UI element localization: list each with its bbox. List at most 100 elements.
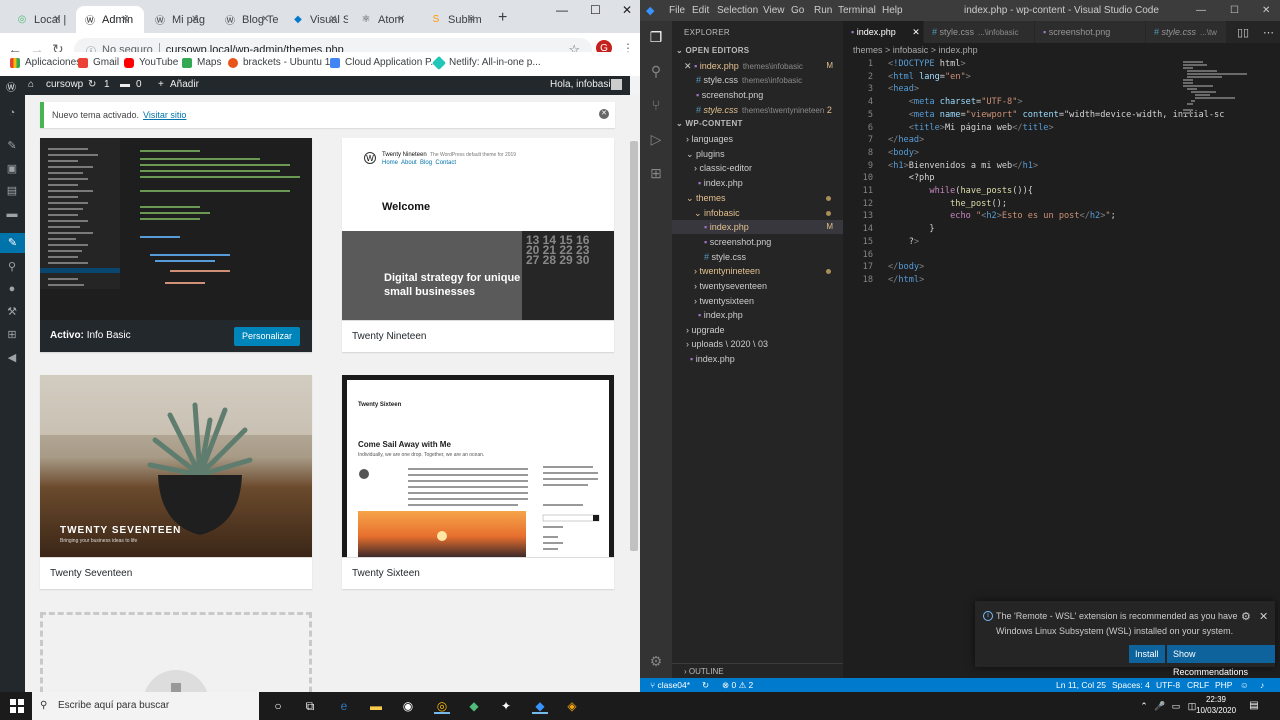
menu-edit[interactable]: Edit [692, 5, 709, 16]
theme-card-twenty-nineteen[interactable]: W Twenty Nineteen The WordPress default … [342, 138, 614, 352]
site-name-link[interactable]: cursowp [46, 79, 83, 90]
tree-file-selected[interactable]: ▪ index.php M [672, 220, 843, 234]
taskbar-search-box[interactable]: ⚲ Escribe aquí para buscar [32, 692, 259, 720]
editor-tab-style-css-2[interactable]: # style.css ...\tw [1146, 21, 1226, 43]
task-view-icon[interactable]: ⧉ [302, 698, 318, 714]
branch-indicator[interactable]: ⑂ clase04* [650, 678, 690, 692]
tree-file[interactable]: # style.css [672, 250, 843, 264]
menu-help[interactable]: Help [882, 5, 903, 16]
bookmark-netlify[interactable]: Netlify: All-in-one p... [431, 55, 541, 70]
obs-icon[interactable]: ◉ [400, 698, 416, 714]
bookmark-maps[interactable]: Maps [182, 57, 221, 68]
windows-start-icon[interactable] [10, 699, 24, 713]
tray-chevron-icon[interactable]: ⌃ [1136, 698, 1152, 714]
indentation[interactable]: Spaces: 4 [1112, 678, 1150, 692]
maximize-button[interactable]: ☐ [1230, 5, 1239, 16]
close-icon[interactable]: ✕ [121, 14, 138, 25]
tab-visual-studio[interactable]: ◆ Visual S ✕ [284, 6, 352, 33]
code-line[interactable]: </head> [888, 135, 924, 145]
explorer-icon[interactable]: ❐ [648, 29, 664, 45]
tree-folder[interactable]: ⌄ plugins [672, 147, 843, 161]
tab-atom[interactable]: ⚛ Atom ✕ [352, 6, 420, 33]
search-icon[interactable]: ⚲ [648, 63, 664, 79]
chrome-icon[interactable]: ◎ [434, 698, 450, 714]
tree-folder[interactable]: › twentysixteen [672, 294, 843, 308]
cursor-position[interactable]: Ln 11, Col 25 [1056, 678, 1106, 692]
tree-file[interactable]: ▪ index.php [672, 176, 843, 190]
tree-folder[interactable]: › twentyseventeen [672, 279, 843, 293]
menu-run[interactable]: Run [814, 5, 832, 16]
tree-folder[interactable]: ⌄ themes [672, 191, 843, 205]
local-icon[interactable]: ◆ [466, 698, 482, 714]
more-actions-icon[interactable]: ⋯ [1263, 26, 1274, 39]
code-line[interactable]: </body> [888, 262, 924, 272]
tab-mi-pagina[interactable]: Ⓦ Mi pág ✕ [146, 6, 214, 33]
menu-terminal[interactable]: Terminal [838, 5, 876, 16]
extensions-icon[interactable]: ⊞ [648, 165, 664, 181]
bookmark-brackets[interactable]: brackets - Ubuntu 1... [228, 57, 339, 68]
tab-sublime[interactable]: S Sublim ✕ [422, 6, 490, 33]
appearance-icon[interactable]: ✎ [0, 233, 25, 253]
tree-folder[interactable]: › languages [672, 132, 843, 146]
theme-card-twenty-sixteen[interactable]: Twenty Sixteen Come Sail Away with Me In… [342, 375, 614, 589]
gear-icon[interactable]: ⚙ [1241, 610, 1251, 623]
tab-admin[interactable]: Ⓦ Admin ✕ [76, 6, 144, 33]
visit-site-link[interactable]: Visitar sitio [143, 110, 186, 120]
cortana-icon[interactable]: ○ [270, 698, 286, 714]
code-line[interactable]: echo "<h2>Esto es un post</h2>"; [888, 211, 1116, 221]
open-editor-item[interactable]: ▪ screenshot.png [672, 88, 843, 102]
bookmark-gmail[interactable]: Gmail [78, 57, 119, 68]
plugins-icon[interactable]: ⚲ [6, 261, 18, 273]
tree-file[interactable]: ▪ screenshot.png [672, 235, 843, 249]
new-tab-button[interactable]: + [498, 9, 507, 27]
wp-home-icon[interactable]: ⌂ [28, 79, 34, 90]
code-line[interactable]: the_post(); [888, 199, 1007, 209]
code-editor[interactable]: 1 <!DOCTYPE html> 2 <html lang="en"> 3 <head>… [843, 57, 1280, 678]
tools-icon[interactable]: ⚒ [6, 306, 18, 318]
code-line[interactable]: <meta charset="UTF-8"> [888, 97, 1023, 107]
show-recommendations-button[interactable]: Show Recommendations [1167, 645, 1275, 677]
tab-blog[interactable]: Ⓦ Blog Te ✕ [216, 6, 284, 33]
theme-card-twenty-seventeen[interactable]: TWENTY SEVENTEEN Bringing your business … [40, 375, 312, 589]
sync-icon[interactable]: ↻ [702, 678, 709, 692]
run-debug-icon[interactable]: ▷ [648, 131, 664, 147]
wordpress-icon[interactable]: Ⓦ [6, 79, 16, 94]
code-line[interactable]: <meta name="viewport" content="width=dev… [888, 110, 1225, 120]
user-greeting[interactable]: Hola, infobasic [550, 79, 616, 90]
tree-folder[interactable]: ⌄ infobasic [672, 206, 843, 220]
open-editor-item[interactable]: ✕ ▪ index.php themes\infobasic M [672, 59, 843, 73]
vscode-icon[interactable]: ◆ [532, 698, 548, 714]
code-line[interactable]: </html> [888, 275, 924, 285]
code-line[interactable]: <html lang="en"> [888, 72, 971, 82]
add-new-icon[interactable]: + [158, 79, 164, 90]
clock[interactable]: 22:39 10/03/2020 [1196, 694, 1236, 716]
problems-indicator[interactable]: ⊗ 0 ⚠ 2 [722, 678, 753, 692]
close-icon[interactable]: ✕ [191, 14, 208, 25]
feedback-icon[interactable]: ☺ [1240, 678, 1249, 692]
updates-icon[interactable]: ↻ [88, 79, 96, 90]
minimize-button[interactable]: — [1196, 5, 1206, 16]
language-mode[interactable]: PHP [1215, 678, 1232, 692]
minimap[interactable] [1183, 61, 1253, 161]
battery-icon[interactable]: ▭ [1168, 698, 1184, 714]
close-icon[interactable]: ✕ [912, 27, 920, 37]
install-button[interactable]: Install [1129, 645, 1165, 663]
code-line[interactable]: <?php [888, 173, 935, 183]
menu-file[interactable]: File [669, 5, 685, 16]
file-explorer-icon[interactable]: ▬ [368, 698, 384, 714]
code-line[interactable]: <head> [888, 84, 919, 94]
code-line[interactable]: while(have_posts()){ [888, 186, 1033, 196]
code-line[interactable]: ?> [888, 237, 919, 247]
tree-folder[interactable]: › uploads \ 2020 \ 03 [672, 337, 843, 351]
bookmark-cloud[interactable]: Cloud Application P... [330, 57, 439, 68]
close-icon[interactable]: ✕ [684, 61, 692, 71]
minimize-button[interactable]: — [556, 3, 568, 17]
bookmark-youtube[interactable]: YouTube [124, 57, 178, 68]
open-editor-item[interactable]: # style.css themes\infobasic [672, 73, 843, 87]
notifications-icon[interactable]: ▤ [1246, 698, 1262, 714]
code-line[interactable]: } [888, 224, 934, 234]
code-line[interactable]: <body> [888, 148, 919, 158]
outline-header[interactable]: › OUTLINE [672, 663, 843, 678]
mic-icon[interactable]: 🎤 [1152, 698, 1168, 714]
encoding[interactable]: UTF-8 [1156, 678, 1180, 692]
